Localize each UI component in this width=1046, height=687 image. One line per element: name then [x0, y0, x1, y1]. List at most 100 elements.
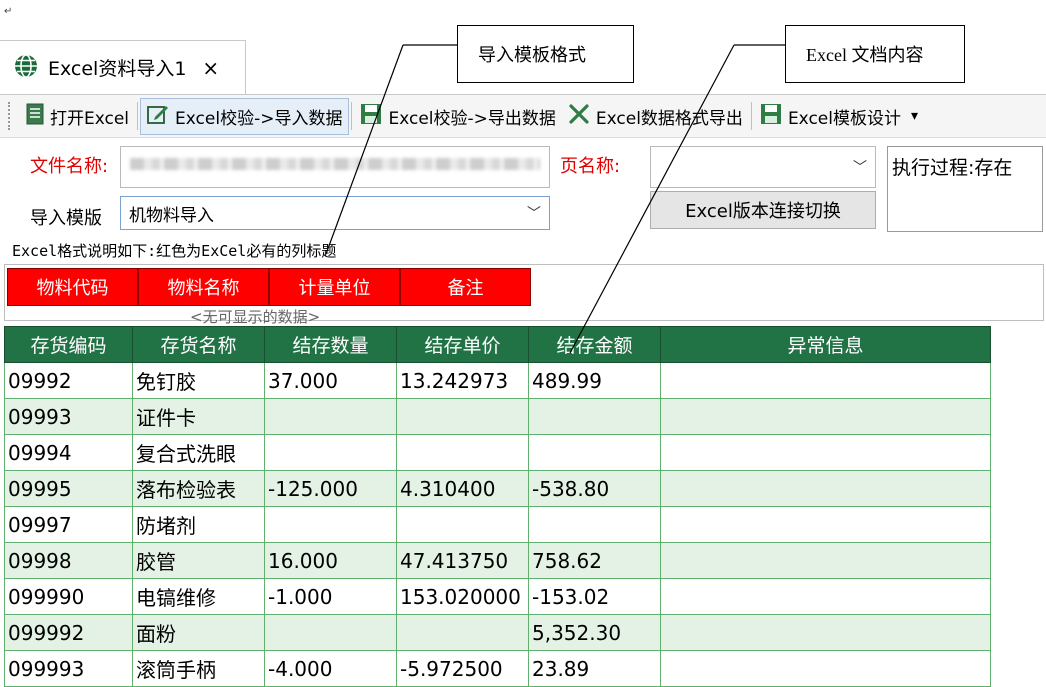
- required-column: 计量单位: [269, 268, 400, 306]
- table-row[interactable]: 099990 电镐维修 -1.000 153.020000 -153.02: [4, 578, 991, 615]
- table-cell[interactable]: 09998: [4, 542, 133, 579]
- table-row[interactable]: 09994 复合式洗眼: [4, 434, 991, 471]
- execution-log[interactable]: 执行过程:存在: [887, 146, 1043, 232]
- sheet-name-label: 页名称:: [560, 156, 621, 177]
- table-cell[interactable]: [660, 578, 991, 615]
- table-cell[interactable]: [660, 542, 991, 579]
- template-design-label: Excel模板设计: [787, 108, 901, 129]
- table-cell[interactable]: [396, 398, 529, 435]
- table-cell[interactable]: 099990: [4, 578, 133, 615]
- column-header[interactable]: 结存金额: [528, 326, 661, 363]
- sheet-name-select[interactable]: ﹀: [650, 146, 876, 188]
- format-export-label: Excel数据格式导出: [595, 108, 743, 129]
- table-cell[interactable]: 099992: [4, 614, 133, 651]
- template-note: Excel格式说明如下:红色为ExCel必有的列标题: [12, 242, 337, 260]
- table-cell[interactable]: [396, 614, 529, 651]
- table-cell[interactable]: 5,352.30: [528, 614, 661, 651]
- table-cell[interactable]: [528, 506, 661, 543]
- table-row[interactable]: 09995 落布检验表 -125.000 4.310400 -538.80: [4, 470, 991, 507]
- table-cell[interactable]: 落布检验表: [132, 470, 265, 507]
- validate-import-label: Excel校验->导入数据: [175, 108, 343, 129]
- toolbar-separator: [750, 102, 752, 130]
- table-cell[interactable]: 胶管: [132, 542, 265, 579]
- table-cell[interactable]: 证件卡: [132, 398, 265, 435]
- table-cell[interactable]: -125.000: [264, 470, 397, 507]
- table-cell[interactable]: 09995: [4, 470, 133, 507]
- validate-export-button[interactable]: Excel校验->导出数据: [354, 99, 561, 134]
- table-cell[interactable]: [396, 434, 529, 471]
- toolbar-overflow-icon[interactable]: ▾: [911, 108, 918, 124]
- table-cell[interactable]: 489.99: [528, 362, 661, 399]
- table-cell[interactable]: 758.62: [528, 542, 661, 579]
- toolbar-grip[interactable]: [8, 102, 12, 130]
- table-cell[interactable]: [660, 434, 991, 471]
- table-cell[interactable]: 47.413750: [396, 542, 529, 579]
- table-cell[interactable]: [528, 398, 661, 435]
- table-cell[interactable]: 153.020000: [396, 578, 529, 615]
- template-label: 导入模版: [30, 208, 102, 229]
- table-row[interactable]: 099993 滚筒手柄 -4.000 -5.972500 23.89: [4, 650, 991, 687]
- table-cell[interactable]: [264, 398, 397, 435]
- table-row[interactable]: 09992 免钉胶 37.000 13.242973 489.99: [4, 362, 991, 399]
- table-cell[interactable]: 09997: [4, 506, 133, 543]
- table-cell[interactable]: 滚筒手柄: [132, 650, 265, 687]
- column-header[interactable]: 异常信息: [660, 326, 991, 363]
- template-select[interactable]: 机物料导入 ﹀: [120, 196, 550, 230]
- table-cell[interactable]: 16.000: [264, 542, 397, 579]
- table-cell[interactable]: 电镐维修: [132, 578, 265, 615]
- paragraph-mark: ↵: [4, 6, 13, 17]
- table-cell[interactable]: [660, 614, 991, 651]
- template-select-value: 机物料导入: [129, 205, 214, 226]
- table-cell[interactable]: 23.89: [528, 650, 661, 687]
- table-cell[interactable]: 09992: [4, 362, 133, 399]
- table-cell[interactable]: -1.000: [264, 578, 397, 615]
- table-row[interactable]: 09997 防堵剂: [4, 506, 991, 543]
- toolbar: 打开Excel Excel校验->导入数据 Excel校验->导出数据 Exce…: [0, 94, 1046, 138]
- table-cell[interactable]: [660, 506, 991, 543]
- excel-version-switch-button[interactable]: Excel版本连接切换: [650, 191, 876, 229]
- table-cell[interactable]: [660, 650, 991, 687]
- table-cell[interactable]: [528, 434, 661, 471]
- table-cell[interactable]: -5.972500: [396, 650, 529, 687]
- table-cell[interactable]: [264, 434, 397, 471]
- open-excel-button[interactable]: 打开Excel: [20, 99, 135, 134]
- table-cell[interactable]: 免钉胶: [132, 362, 265, 399]
- table-cell[interactable]: [396, 506, 529, 543]
- table-cell[interactable]: 复合式洗眼: [132, 434, 265, 471]
- column-header[interactable]: 存货名称: [132, 326, 265, 363]
- table-cell[interactable]: -538.80: [528, 470, 661, 507]
- table-cell[interactable]: [264, 614, 397, 651]
- open-excel-label: 打开Excel: [50, 108, 130, 129]
- format-export-button[interactable]: Excel数据格式导出: [562, 99, 749, 134]
- table-row[interactable]: 09993 证件卡: [4, 398, 991, 435]
- file-name-blurred-value: [130, 158, 540, 170]
- column-header[interactable]: 结存单价: [396, 326, 529, 363]
- table-cell[interactable]: [660, 398, 991, 435]
- validate-import-button[interactable]: Excel校验->导入数据: [140, 97, 350, 135]
- execution-log-text: 执行过程:存在: [892, 157, 1013, 179]
- table-cell[interactable]: 4.310400: [396, 470, 529, 507]
- table-cell[interactable]: -153.02: [528, 578, 661, 615]
- chevron-down-icon: ﹀: [527, 206, 541, 222]
- table-cell[interactable]: 面粉: [132, 614, 265, 651]
- edit-icon: [147, 103, 169, 130]
- table-cell[interactable]: 13.242973: [396, 362, 529, 399]
- table-cell[interactable]: [264, 506, 397, 543]
- table-cell[interactable]: [660, 470, 991, 507]
- file-name-label: 文件名称:: [30, 156, 109, 177]
- table-row[interactable]: 09998 胶管 16.000 47.413750 758.62: [4, 542, 991, 579]
- table-cell[interactable]: 防堵剂: [132, 506, 265, 543]
- save-icon: [760, 103, 782, 130]
- table-cell[interactable]: [660, 362, 991, 399]
- column-header[interactable]: 结存数量: [264, 326, 397, 363]
- close-icon[interactable]: ×: [202, 56, 219, 80]
- table-cell[interactable]: 09993: [4, 398, 133, 435]
- template-design-button[interactable]: Excel模板设计: [754, 99, 907, 134]
- table-cell[interactable]: 37.000: [264, 362, 397, 399]
- table-cell[interactable]: 09994: [4, 434, 133, 471]
- document-tab[interactable]: Excel资料导入1 ×: [0, 40, 246, 94]
- table-row[interactable]: 099992 面粉 5,352.30: [4, 614, 991, 651]
- table-cell[interactable]: -4.000: [264, 650, 397, 687]
- table-cell[interactable]: 099993: [4, 650, 133, 687]
- column-header[interactable]: 存货编码: [4, 326, 133, 363]
